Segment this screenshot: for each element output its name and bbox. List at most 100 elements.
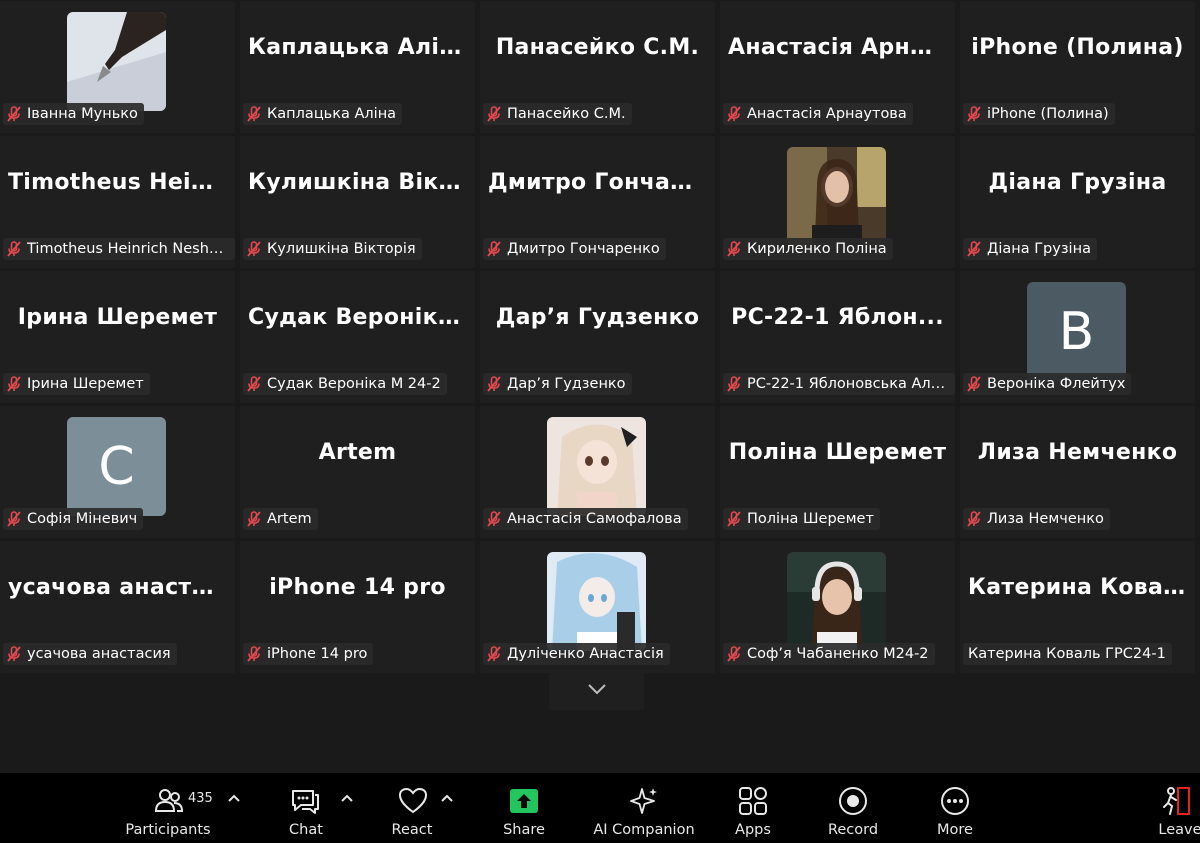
participant-name: РС-22-1 Яблоновська Аліса	[747, 376, 949, 392]
chat-button[interactable]: Chat	[280, 773, 360, 843]
participant-name-label: Ірина Шеремет	[3, 373, 150, 395]
chat-label: Chat	[289, 822, 323, 838]
tile-display-name: Судак Вероніка...	[248, 305, 475, 330]
mic-muted-icon	[247, 241, 261, 257]
leave-button[interactable]: Leave	[1150, 773, 1200, 843]
participant-tile[interactable]: Іванна Мунько	[0, 1, 235, 133]
mic-muted-icon	[7, 106, 21, 122]
react-label: React	[391, 822, 433, 838]
participant-name-label: Лиза Немченко	[963, 508, 1110, 530]
participant-name: Вероніка Флейтух	[987, 376, 1126, 392]
more-icon	[941, 787, 969, 815]
participant-name: Timotheus Heinrich Neshcha...	[27, 241, 229, 257]
tile-display-name: Катерина Кова...	[968, 575, 1190, 600]
react-caret-icon[interactable]	[440, 791, 454, 805]
more-button[interactable]: More	[924, 773, 984, 843]
participant-tile[interactable]: Панасейко С.М. Панасейко С.М.	[480, 1, 715, 133]
mic-muted-icon	[247, 376, 261, 392]
participant-tile[interactable]: C Софія Міневич	[0, 406, 235, 538]
participant-name: Artem	[267, 511, 312, 527]
participant-tile[interactable]: Дар’я Гудзенко Дар’я Гудзенко	[480, 271, 715, 403]
participant-tile[interactable]: усачова анаста... усачова анастасия	[0, 541, 235, 673]
participant-name-label: Судак Вероніка М 24-2	[243, 373, 447, 395]
participant-tile[interactable]: Timotheus Hein... Timotheus Heinrich Nesh…	[0, 136, 235, 268]
participant-tile[interactable]: Каплацька Аліна Каплацька Аліна	[240, 1, 475, 133]
participants-caret-icon[interactable]	[227, 791, 241, 805]
participants-button[interactable]: 435 Participants	[120, 773, 250, 843]
share-label: Share	[503, 822, 545, 838]
ai-companion-button[interactable]: AI Companion	[590, 773, 698, 843]
participant-tile[interactable]: iPhone (Полина) iPhone (Полина)	[960, 1, 1195, 133]
participant-tile[interactable]: Катерина Кова... Катерина Коваль ГРС24-1	[960, 541, 1195, 673]
participant-name-label: Artem	[243, 508, 318, 530]
mic-muted-icon	[727, 646, 741, 662]
tile-display-name: Дмитро Гончар...	[488, 170, 713, 195]
participant-tile[interactable]: Artem Artem	[240, 406, 475, 538]
participant-name-label: Соф’я Чабаненко М24-2	[723, 643, 935, 665]
participant-tile[interactable]: Анастасія Арна... Анастасія Арнаутова	[720, 1, 955, 133]
participant-tile[interactable]: Кириленко Поліна	[720, 136, 955, 268]
mic-muted-icon	[967, 241, 981, 257]
scroll-down-button[interactable]	[549, 668, 644, 710]
participant-tile[interactable]: Лиза Немченко Лиза Немченко	[960, 406, 1195, 538]
tile-display-name: Анастасія Арна...	[728, 35, 952, 60]
participant-name-label: Анастасія Арнаутова	[723, 103, 913, 125]
participant-tile[interactable]: Дмитро Гончар... Дмитро Гончаренко	[480, 136, 715, 268]
participant-tile[interactable]: Дуліченко Анастасія	[480, 541, 715, 673]
participant-tile[interactable]: Судак Вероніка... Судак Вероніка М 24-2	[240, 271, 475, 403]
participant-name-label: Дуліченко Анастасія	[483, 643, 670, 665]
participant-tile[interactable]: Кулишкіна Вікт... Кулишкіна Вікторія	[240, 136, 475, 268]
participant-name-label: iPhone (Полина)	[963, 103, 1115, 125]
record-button[interactable]: Record	[820, 773, 886, 843]
mic-muted-icon	[727, 511, 741, 527]
avatar-initial: В	[1058, 301, 1095, 362]
apps-button[interactable]: Apps	[723, 773, 783, 843]
participant-name-label: РС-22-1 Яблоновська Аліса	[723, 373, 955, 395]
participant-tile[interactable]: Поліна Шеремет Поліна Шеремет	[720, 406, 955, 538]
avatar-photo	[547, 552, 646, 651]
tile-display-name: Діана Грузіна	[988, 170, 1167, 195]
participant-name-label: Діана Грузіна	[963, 238, 1097, 260]
participant-name-label: усачова анастасия	[3, 643, 177, 665]
share-button[interactable]: Share	[494, 773, 554, 843]
participant-name: Лиза Немченко	[987, 511, 1104, 527]
mic-muted-icon	[727, 241, 741, 257]
mic-muted-icon	[247, 511, 261, 527]
mic-muted-icon	[967, 106, 981, 122]
participants-label: Participants	[125, 822, 211, 838]
participant-tile[interactable]: Ірина Шеремет Ірина Шеремет	[0, 271, 235, 403]
mic-muted-icon	[7, 376, 21, 392]
participant-name: Ірина Шеремет	[27, 376, 144, 392]
video-grid: Іванна Мунько Каплацька Аліна Каплацька Ал…	[0, 0, 1200, 673]
participant-name-label: Кириленко Поліна	[723, 238, 893, 260]
participant-name-label: Кулишкіна Вікторія	[243, 238, 422, 260]
participant-name: Іванна Мунько	[27, 106, 138, 122]
participant-tile[interactable]: В Вероніка Флейтух	[960, 271, 1195, 403]
meeting-toolbar: 435 Participants Chat React Share AI Com…	[0, 773, 1200, 843]
participant-tile[interactable]: Соф’я Чабаненко М24-2	[720, 541, 955, 673]
apps-label: Apps	[735, 822, 771, 838]
participant-tile[interactable]: Анастасія Самофалова	[480, 406, 715, 538]
mic-muted-icon	[967, 511, 981, 527]
leave-label: Leave	[1158, 822, 1200, 838]
tile-display-name: РС-22-1 Яблон...	[731, 305, 944, 330]
chat-caret-icon[interactable]	[340, 791, 354, 805]
participant-name-label: Вероніка Флейтух	[963, 373, 1132, 395]
tile-display-name: Кулишкіна Вікт...	[248, 170, 475, 195]
tile-display-name: Timotheus Hein...	[8, 170, 233, 195]
heart-icon	[398, 787, 428, 814]
react-button[interactable]: React	[385, 773, 465, 843]
leave-door-icon	[1163, 787, 1190, 815]
participant-tile[interactable]: РС-22-1 Яблон... РС-22-1 Яблоновська Аліс…	[720, 271, 955, 403]
participant-tile[interactable]: Діана Грузіна Діана Грузіна	[960, 136, 1195, 268]
mic-muted-icon	[487, 241, 501, 257]
participant-name: iPhone (Полина)	[987, 106, 1109, 122]
mic-muted-icon	[247, 106, 261, 122]
chevron-down-icon	[587, 684, 606, 695]
participant-name-label: iPhone 14 pro	[243, 643, 374, 665]
participant-name-label: Анастасія Самофалова	[483, 508, 688, 530]
avatar-initial: C	[98, 436, 135, 497]
participant-tile[interactable]: iPhone 14 pro iPhone 14 pro	[240, 541, 475, 673]
participants-count: 435	[188, 791, 213, 806]
participant-name-label: Каплацька Аліна	[243, 103, 403, 125]
